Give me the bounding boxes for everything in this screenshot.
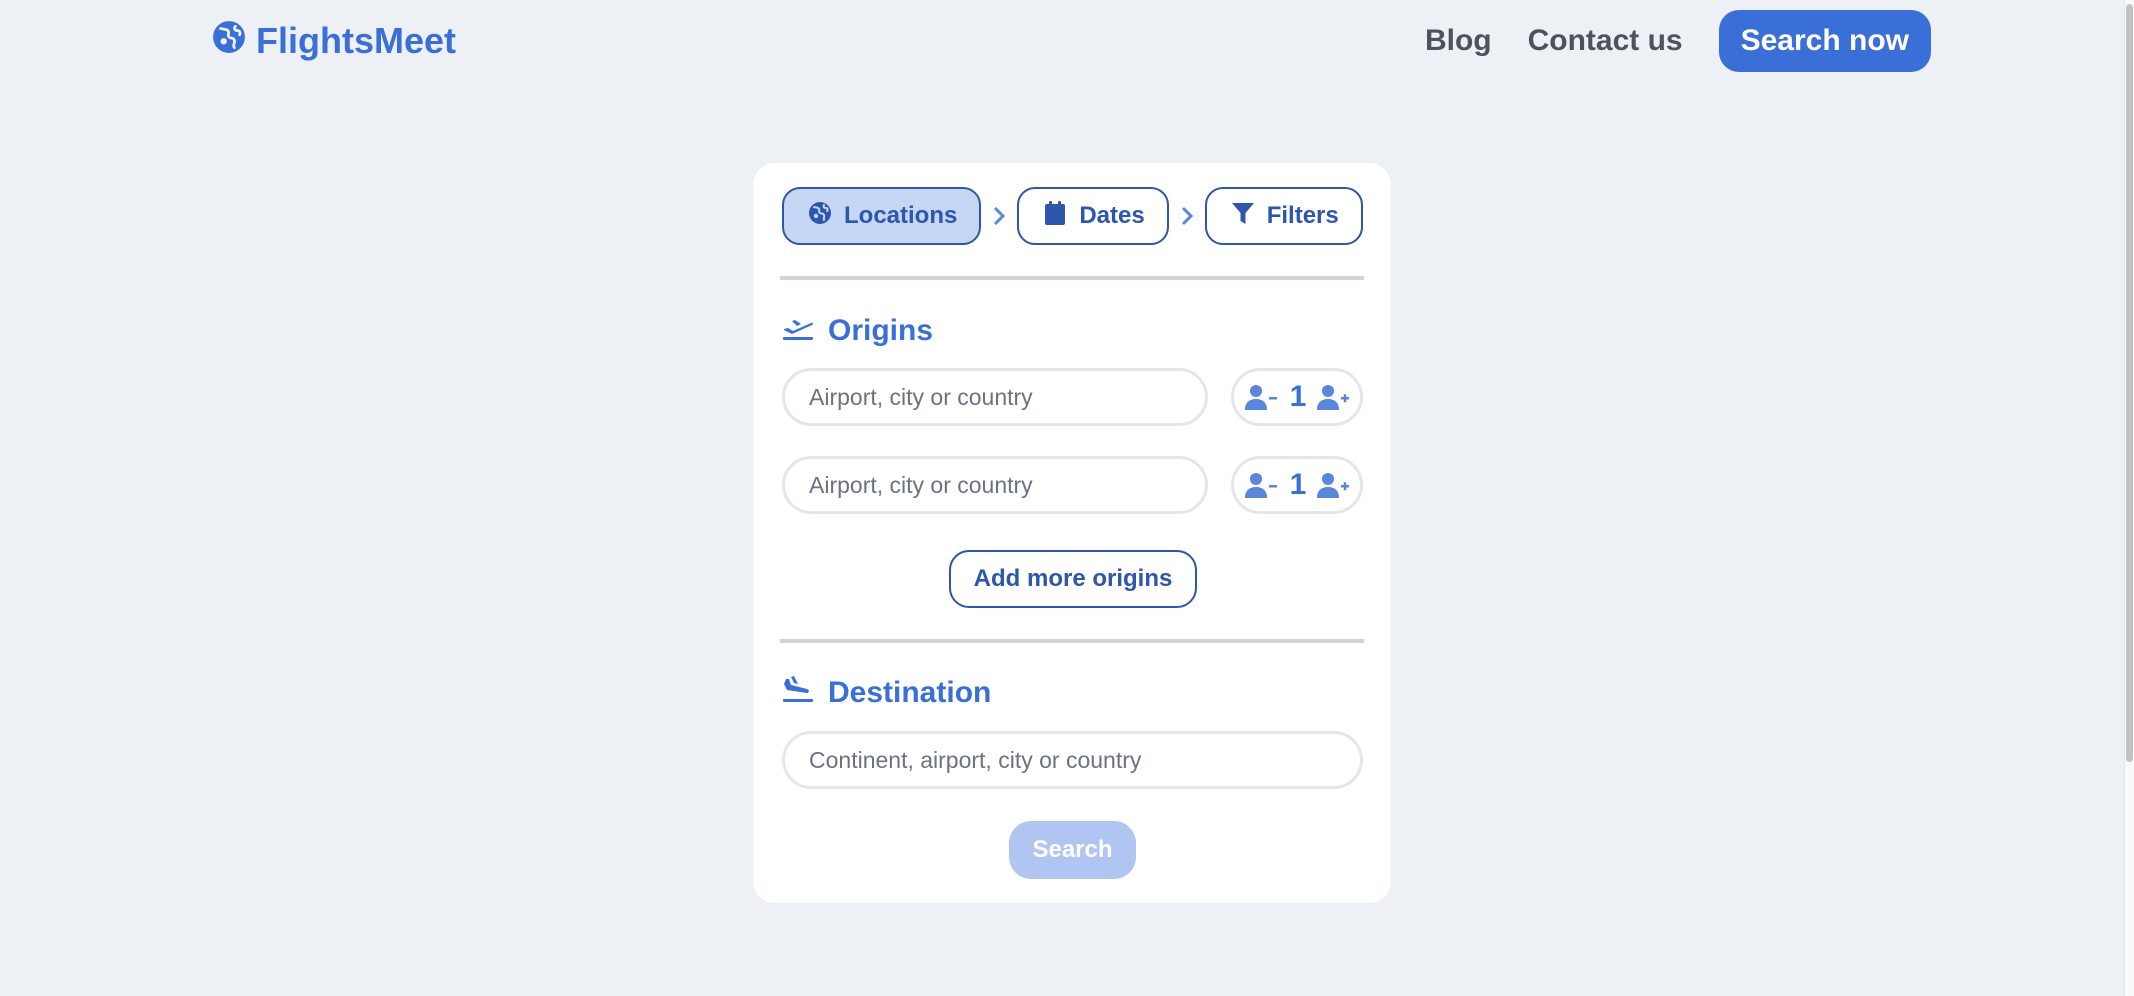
remove-traveler-button[interactable] xyxy=(1244,382,1280,412)
nav-blog-link[interactable]: Blog xyxy=(1425,24,1492,58)
plane-arrival-icon xyxy=(782,675,814,711)
add-traveler-button[interactable] xyxy=(1316,470,1352,500)
divider xyxy=(780,276,1364,280)
globe-icon xyxy=(212,20,246,63)
origin-input-1[interactable] xyxy=(782,368,1208,426)
user-minus-icon xyxy=(1245,385,1277,410)
logo-link[interactable]: FlightsMeet xyxy=(212,18,456,64)
search-card: Locations Dates Filters Origins Airport,… xyxy=(753,163,1391,903)
user-plus-icon xyxy=(1317,473,1349,498)
scrollbar-thumb[interactable] xyxy=(2126,4,2133,762)
scrollbar-track[interactable] xyxy=(2124,0,2134,996)
globe-icon xyxy=(808,201,832,232)
search-button[interactable]: Search xyxy=(1009,821,1136,879)
origin-input-2[interactable] xyxy=(782,456,1208,514)
site-header: FlightsMeet Blog Contact us Search now xyxy=(0,0,2125,80)
traveler-count: 1 xyxy=(1289,468,1307,501)
traveler-count: 1 xyxy=(1289,380,1307,413)
remove-traveler-button[interactable] xyxy=(1244,470,1280,500)
traveler-stepper-1: 1 xyxy=(1231,368,1363,426)
step-label: Locations xyxy=(844,202,958,229)
chevron-right-icon xyxy=(981,206,1017,226)
step-locations[interactable]: Locations xyxy=(782,187,982,245)
origins-heading: Origins xyxy=(782,313,933,349)
step-label: Filters xyxy=(1266,202,1339,229)
search-now-button[interactable]: Search now xyxy=(1718,10,1931,72)
user-minus-icon xyxy=(1245,473,1277,498)
filter-icon xyxy=(1231,201,1255,232)
step-label: Dates xyxy=(1079,202,1145,229)
logo-text: FlightsMeet xyxy=(256,20,457,61)
destination-heading: Destination xyxy=(782,675,991,711)
nav-contact-link[interactable]: Contact us xyxy=(1528,24,1683,58)
calendar-icon xyxy=(1043,200,1067,232)
step-filters[interactable]: Filters xyxy=(1204,187,1363,245)
add-more-origins-button[interactable]: Add more origins xyxy=(949,550,1197,608)
top-nav: Blog Contact us Search now xyxy=(1425,10,1931,72)
add-traveler-button[interactable] xyxy=(1316,382,1352,412)
step-dates[interactable]: Dates xyxy=(1017,187,1169,245)
traveler-stepper-2: 1 xyxy=(1231,456,1363,514)
user-plus-icon xyxy=(1317,385,1349,410)
divider xyxy=(780,639,1364,643)
origins-title: Origins xyxy=(828,314,934,347)
step-nav: Locations Dates Filters xyxy=(782,187,1363,245)
destination-input[interactable] xyxy=(782,731,1363,789)
chevron-right-icon xyxy=(1169,206,1205,226)
destination-title: Destination xyxy=(828,676,992,709)
plane-departure-icon xyxy=(782,313,814,349)
